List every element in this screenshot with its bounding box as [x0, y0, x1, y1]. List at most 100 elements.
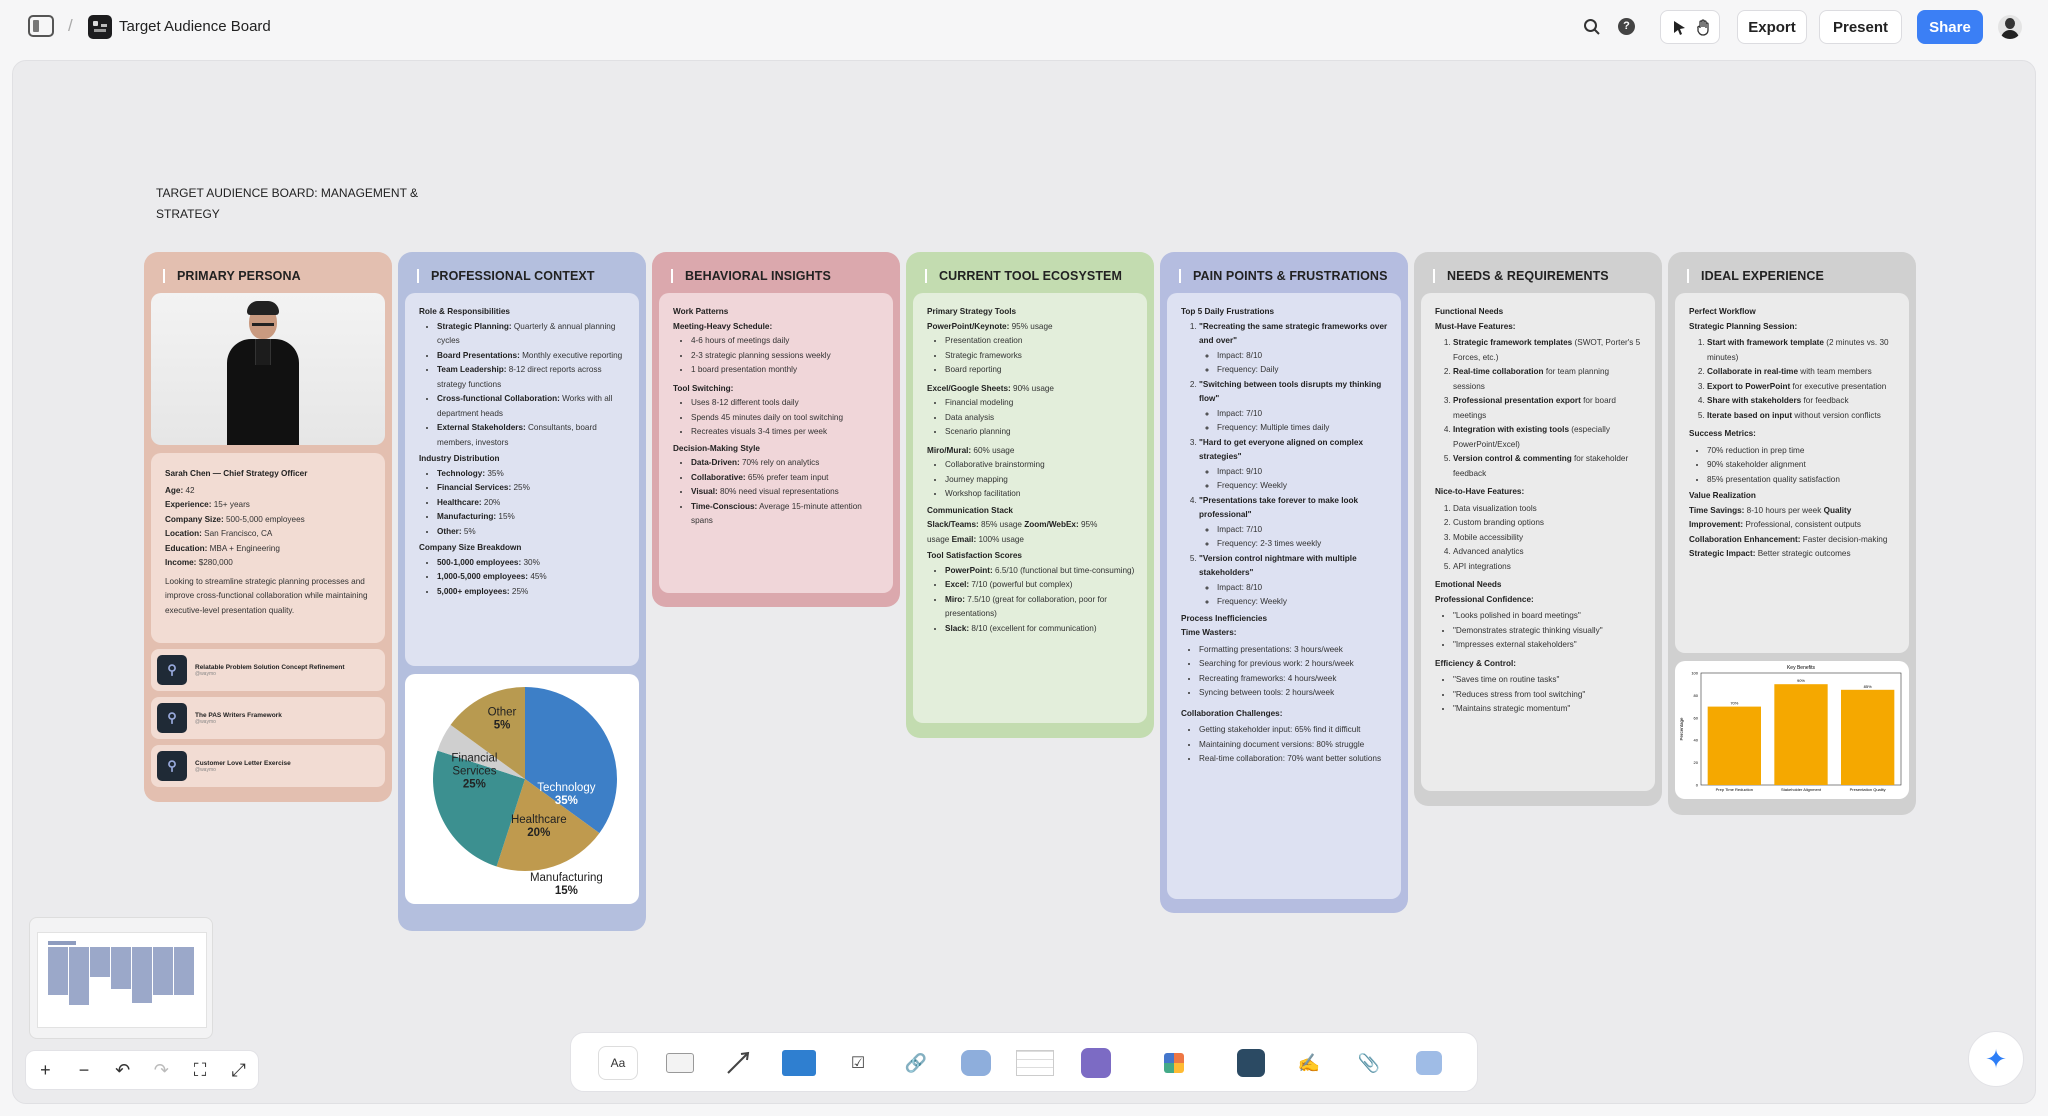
pointer-icon[interactable] — [1673, 20, 1687, 36]
linked-card-text: Customer Love Letter Exercise @waymo — [195, 760, 291, 773]
list-item: Data-Driven: 70% rely on analytics — [691, 456, 881, 471]
field-key: Experience: — [165, 500, 212, 509]
tools-column[interactable]: CURRENT TOOL ECOSYSTEM Primary Strategy … — [906, 252, 1154, 738]
redo-icon[interactable]: ↷ — [142, 1060, 181, 1081]
sidebar-toggle-icon[interactable] — [28, 15, 54, 37]
pain-column[interactable]: PAIN POINTS & FRUSTRATIONS Top 5 Daily F… — [1160, 252, 1408, 913]
zoom-out-icon[interactable]: − — [65, 1060, 104, 1081]
metrics-list: 70% reduction in prep time90% stakeholde… — [1689, 444, 1897, 488]
ideal-column[interactable]: IDEAL EXPERIENCE Perfect Workflow Strate… — [1668, 252, 1916, 815]
decision-list: Data-Driven: 70% rely on analyticsCollab… — [673, 456, 881, 529]
frequency-value: Frequency: Weekly — [1217, 595, 1389, 610]
link-tool-icon[interactable]: 🔗 — [896, 1046, 936, 1080]
folder-tool-icon[interactable] — [779, 1046, 819, 1080]
text-tool-icon[interactable]: Aa — [598, 1046, 638, 1080]
fit-frame-icon[interactable]: ⛶ — [181, 1060, 220, 1081]
item-value: 6.5/10 (functional but time-consuming) — [995, 565, 1135, 575]
widget-tool-icon[interactable] — [1231, 1046, 1271, 1080]
list-item: Formatting presentations: 3 hours/week — [1199, 643, 1389, 658]
section-heading: Work Patterns — [673, 307, 729, 316]
pain-card: Top 5 Daily Frustrations "Recreating the… — [1167, 293, 1401, 899]
needs-column[interactable]: NEEDS & REQUIREMENTS Functional Needs Mu… — [1414, 252, 1662, 806]
search-icon[interactable] — [1583, 18, 1601, 36]
card-tool-icon[interactable] — [660, 1046, 700, 1080]
list-item: Real-time collaboration: 70% want better… — [1199, 752, 1389, 767]
item-value: 20% — [483, 497, 501, 507]
list-item: Professional presentation export for boa… — [1453, 394, 1643, 423]
column-title: PROFESSIONAL CONTEXT — [431, 269, 595, 283]
item-key: Visual: — [691, 487, 718, 496]
list-item: 1 board presentation monthly — [691, 363, 881, 378]
list-item: Other: 5% — [437, 525, 627, 540]
help-icon[interactable]: ? — [1618, 18, 1635, 35]
linked-card-sub: @waymo — [195, 670, 216, 677]
apps-tool-icon[interactable] — [1154, 1046, 1194, 1080]
item-key: Collaborate in real-time — [1707, 367, 1798, 376]
comment-tool-icon[interactable] — [956, 1046, 996, 1080]
item-value: 25% — [511, 586, 529, 596]
tool-name: PowerPoint/Keynote: — [927, 321, 1010, 331]
board-canvas[interactable]: TARGET AUDIENCE BOARD: MANAGEMENT & STRA… — [12, 60, 2036, 1104]
persona-field: Location: San Francisco, CA — [165, 527, 371, 542]
professional-column[interactable]: PROFESSIONAL CONTEXT Role & Responsibili… — [398, 252, 646, 931]
comm-usage: usage — [927, 534, 950, 544]
pen-tool-icon[interactable]: ✍ — [1289, 1046, 1329, 1080]
linked-card-title: Customer Love Letter Exercise — [195, 759, 291, 767]
table-tool-icon[interactable] — [1015, 1046, 1055, 1080]
column-header: NEEDS & REQUIREMENTS — [1421, 259, 1655, 293]
y-tick-label: 80 — [1694, 693, 1699, 698]
item-key: Professional presentation export — [1453, 396, 1581, 405]
creation-dock: Aa ☑ 🔗 ✍ 📎 — [570, 1032, 1478, 1092]
linked-card-text: The PAS Writers Framework @waymo — [195, 712, 282, 725]
sketch-tool-icon[interactable] — [1076, 1046, 1116, 1080]
professional-card: Role & Responsibilities Strategic Planni… — [405, 293, 639, 666]
item-key: PowerPoint: — [945, 565, 993, 575]
list-item: API integrations — [1453, 560, 1643, 575]
item-key: Healthcare: — [437, 497, 482, 507]
benefits-bar-chart: Key Benefits Percentage 0 20 40 60 80 100 70% Pre… — [1679, 665, 1902, 792]
item-key: Integration with existing tools — [1453, 425, 1569, 434]
column-header: PAIN POINTS & FRUSTRATIONS — [1167, 259, 1401, 293]
checklist-tool-icon[interactable]: ☑ — [838, 1046, 878, 1080]
value-text: Better strategic outcomes — [1757, 549, 1851, 558]
sparkle-icon[interactable]: ✦ — [1968, 1031, 2024, 1087]
user-avatar[interactable] — [1998, 15, 2022, 39]
behavioral-column[interactable]: BEHAVIORAL INSIGHTS Work Patterns Meetin… — [652, 252, 900, 607]
list-item: Visual: 80% need visual representations — [691, 485, 881, 500]
field-value: 42 — [185, 485, 195, 495]
item-key: 5,000+ employees: — [437, 586, 510, 596]
board-title[interactable]: Target Audience Board — [119, 18, 271, 35]
item-key: Time-Conscious: — [691, 501, 758, 511]
list-item: Strategic Planning: Quarterly & annual p… — [437, 320, 627, 349]
persona-column[interactable]: PRIMARY PERSONA Sarah Chen — Chief Strat… — [144, 252, 392, 802]
list-item: 2-3 strategic planning sessions weekly — [691, 349, 881, 364]
present-button[interactable]: Present — [1819, 10, 1902, 44]
hand-icon[interactable] — [1697, 19, 1711, 36]
undo-icon[interactable]: ↶ — [103, 1060, 142, 1081]
linked-card[interactable]: ⚲ The PAS Writers Framework @waymo — [151, 697, 385, 739]
attachment-tool-icon[interactable]: 📎 — [1349, 1046, 1389, 1080]
linked-card[interactable]: ⚲ Customer Love Letter Exercise @waymo — [151, 745, 385, 787]
field-value: 15+ years — [213, 500, 250, 509]
impact-value: Impact: 7/10 — [1217, 407, 1389, 422]
fullscreen-icon[interactable]: ⤢ — [219, 1060, 258, 1081]
export-button[interactable]: Export — [1737, 10, 1807, 44]
arrow-tool-icon[interactable] — [718, 1046, 758, 1080]
frustration-metrics: Impact: 8/10Frequency: Weekly — [1199, 581, 1389, 610]
minimap[interactable] — [29, 917, 213, 1039]
linked-card[interactable]: ⚲ Relatable Problem Solution Concept Refi… — [151, 649, 385, 691]
frustration-metrics: Impact: 8/10Frequency: Daily — [1199, 349, 1389, 378]
subheading: Nice-to-Have Features: — [1435, 487, 1525, 496]
list-item: 90% stakeholder alignment — [1707, 458, 1897, 473]
item-key: Miro: — [945, 594, 966, 604]
image-tool-icon[interactable] — [1409, 1046, 1449, 1080]
zoom-in-icon[interactable]: + — [26, 1060, 65, 1081]
benefits-chart-card[interactable]: Key Benefits Percentage 0 20 40 60 80 100 70% Pre… — [1675, 661, 1909, 799]
list-item: Excel: 7/10 (powerful but complex) — [945, 578, 1135, 593]
column-header: IDEAL EXPERIENCE — [1675, 259, 1909, 293]
minimap-viewport[interactable] — [37, 932, 207, 1028]
list-item: Healthcare: 20% — [437, 496, 627, 511]
item-value: Monthly executive reporting — [522, 350, 623, 360]
share-button[interactable]: Share — [1917, 10, 1983, 44]
industry-pie-card[interactable]: Technology 35% Healthcare 20% Financial Servi… — [405, 674, 639, 904]
